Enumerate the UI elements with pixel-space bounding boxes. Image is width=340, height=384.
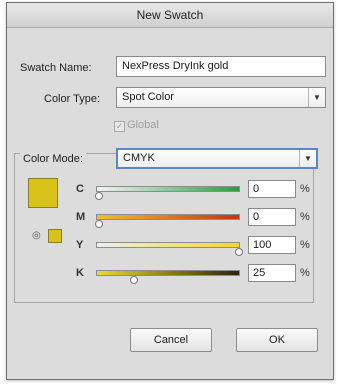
black-percent-sign: % [300,267,310,279]
cyan-value-input[interactable]: 0 [248,180,296,198]
yellow-slider-thumb[interactable] [235,248,243,256]
color-mode-value: CMYK [123,152,155,164]
color-type-select[interactable]: Spot Color ▼ [116,87,326,108]
yellow-percent-sign: % [300,239,310,251]
checkmark-icon: ✓ [114,121,125,132]
cyan-percent-sign: % [300,183,310,195]
chevron-down-icon: ▼ [299,150,316,167]
ok-button[interactable]: OK [236,328,318,352]
magenta-value-input[interactable]: 0 [248,208,296,226]
cyan-slider-thumb[interactable] [95,192,103,200]
magenta-slider[interactable] [96,214,240,220]
black-label: K [76,267,84,279]
cyan-slider[interactable] [96,186,240,192]
yellow-value-input[interactable]: 100 [248,236,296,254]
black-value-input[interactable]: 25 [248,264,296,282]
global-checkbox[interactable]: ✓ Global [114,119,159,132]
magenta-slider-thumb[interactable] [95,220,103,228]
dialog-title: New Swatch [7,3,333,28]
chevron-down-icon: ▼ [308,88,325,107]
global-label: Global [127,119,159,131]
cyan-label: C [76,183,84,195]
magenta-label: M [76,211,86,223]
color-mode-select[interactable]: CMYK ▼ [116,148,318,169]
out-of-gamut-swatch[interactable] [48,229,62,243]
black-slider-thumb[interactable] [130,276,138,284]
yellow-slider[interactable] [96,242,240,248]
color-preview-swatch [28,178,58,208]
color-mode-label: Color Mode: [20,153,86,165]
black-slider[interactable] [96,270,240,276]
color-type-label: Color Type: [44,93,101,105]
magenta-percent-sign: % [300,211,310,223]
swatch-name-input[interactable]: NexPress DryInk gold [116,56,326,77]
spot-color-icon: ◎ [32,230,41,241]
cancel-button[interactable]: Cancel [130,328,212,352]
yellow-label: Y [76,239,84,251]
swatch-name-label: Swatch Name: [20,62,92,74]
color-type-value: Spot Color [122,91,174,103]
